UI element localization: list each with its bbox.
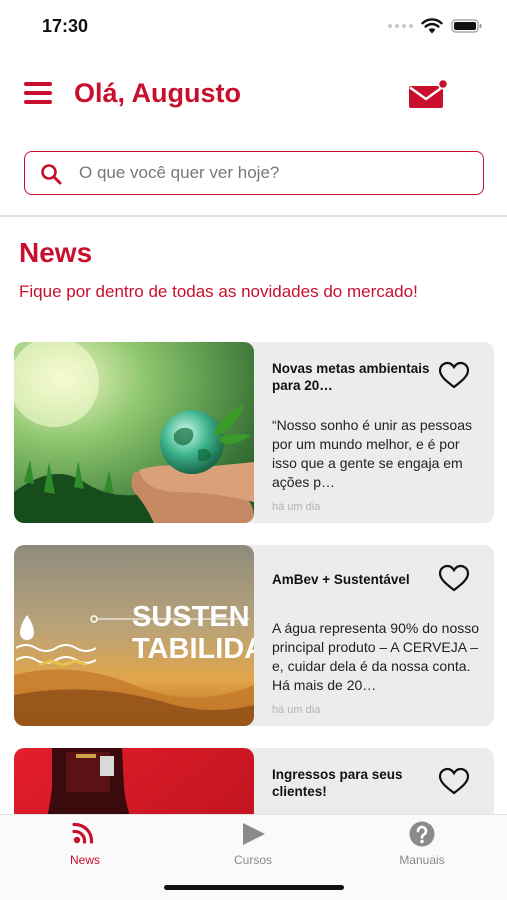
- cellular-signal-icon: [388, 24, 413, 28]
- header-divider: [0, 215, 507, 217]
- play-icon: [243, 823, 265, 845]
- tab-news[interactable]: News: [25, 821, 145, 867]
- heart-icon[interactable]: [437, 766, 471, 796]
- status-bar: 17:30: [0, 0, 507, 54]
- image-text-line-1: SUSTEN: [132, 601, 250, 633]
- news-card[interactable]: Novas metas ambientais para 20… “Nosso s…: [14, 342, 494, 523]
- mail-icon[interactable]: [406, 78, 448, 112]
- news-excerpt: “Nosso sonho é unir as pessoas por um mu…: [272, 417, 472, 490]
- home-indicator[interactable]: [164, 885, 344, 890]
- news-image-earth-in-hand: [14, 342, 254, 523]
- heart-icon[interactable]: [437, 563, 471, 593]
- tab-label-news: News: [69, 853, 100, 867]
- rss-icon: [72, 822, 94, 844]
- search-bar[interactable]: [24, 151, 484, 195]
- tab-label-cursos: Cursos: [233, 853, 272, 867]
- news-title: Novas metas ambientais para 20…: [272, 361, 430, 393]
- news-image-sustentabilidade: SUSTEN TABILIDA: [14, 545, 254, 726]
- hamburger-menu-icon[interactable]: [24, 82, 52, 106]
- news-excerpt: A água representa 90% do nosso principal…: [272, 620, 480, 693]
- search-input[interactable]: [79, 152, 475, 193]
- news-card-body: AmBev + Sustentável A água representa 90…: [271, 545, 494, 726]
- wifi-icon: [421, 18, 443, 34]
- news-time: há um dia: [272, 704, 321, 716]
- news-card-body: Novas metas ambientais para 20… “Nosso s…: [271, 342, 494, 523]
- section-title: News: [19, 237, 93, 268]
- news-title: AmBev + Sustentável: [272, 572, 410, 587]
- news-time: há um dia: [272, 501, 321, 513]
- news-title: Ingressos para seus clientes!: [272, 767, 403, 799]
- battery-icon: [451, 19, 482, 33]
- image-text-line-2: TABILIDA: [132, 633, 254, 665]
- section-subtitle: Fique por dentro de todas as novidades d…: [19, 282, 418, 301]
- search-icon: [41, 164, 62, 185]
- help-circle-icon: [409, 821, 435, 847]
- status-icons: [388, 18, 483, 34]
- tab-cursos[interactable]: Cursos: [193, 821, 313, 867]
- status-time: 17:30: [42, 16, 89, 36]
- greeting-title: Olá, Augusto: [74, 78, 241, 108]
- news-card[interactable]: SUSTEN TABILIDA AmBev + Sustentável A ág…: [14, 545, 494, 726]
- heart-icon[interactable]: [437, 360, 471, 390]
- tab-manuais[interactable]: Manuais: [362, 821, 482, 867]
- tab-label-manuais: Manuais: [399, 853, 445, 867]
- app-header: Olá, Augusto: [0, 70, 507, 120]
